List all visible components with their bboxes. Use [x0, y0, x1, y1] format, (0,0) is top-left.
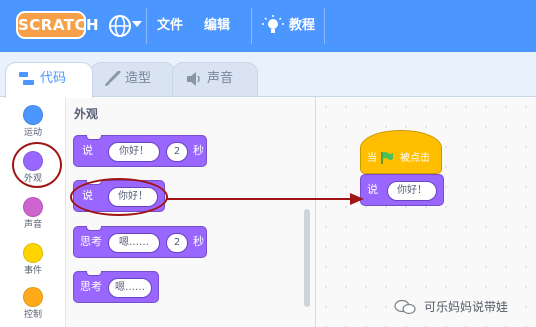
category-events[interactable]: 事件: [0, 237, 66, 283]
hat-prefix: 当: [367, 153, 377, 164]
seconds-input[interactable]: 2: [166, 142, 188, 162]
say-for-secs-block[interactable]: 说 你好！ 2 秒: [73, 135, 207, 167]
file-menu[interactable]: 文件: [157, 16, 183, 36]
tab-code[interactable]: 代码: [5, 62, 93, 98]
language-caret-icon[interactable]: [132, 21, 142, 27]
block-notch: [86, 271, 102, 276]
green-flag-icon: [381, 151, 393, 164]
brush-icon: [105, 71, 121, 86]
block-notch: [86, 135, 102, 140]
think-for-secs-block[interactable]: 思考 嗯…… 2 秒: [73, 226, 207, 258]
tab-sounds-label: 声音: [207, 71, 234, 86]
message-input[interactable]: 你好！: [108, 142, 160, 162]
tab-costumes-label: 造型: [125, 71, 152, 86]
message-input[interactable]: 嗯……: [108, 278, 152, 298]
message-input[interactable]: 嗯……: [108, 233, 160, 253]
category-control[interactable]: 控制: [0, 281, 66, 327]
editor-tabs: 代码 造型 声音: [0, 52, 536, 98]
tab-costumes[interactable]: 造型: [90, 62, 175, 96]
menu-bar: SCRATCH 文件 编辑 教程: [0, 0, 536, 52]
hat-suffix: 被点击: [400, 153, 430, 164]
category-label: 声音: [23, 220, 42, 230]
wechat-icon: [394, 299, 416, 315]
block-verb: 思考: [80, 235, 102, 248]
events-dot-icon: [23, 243, 43, 263]
block-unit: 秒: [193, 144, 204, 157]
annotation-circle-say-block: [70, 178, 168, 216]
menu-divider: [324, 8, 325, 44]
when-flag-clicked-block[interactable]: 当 被点击: [360, 130, 442, 174]
annotation-arrow: [166, 193, 364, 205]
lightbulb-icon[interactable]: [262, 15, 284, 37]
watermark-text: 可乐妈妈说带娃: [424, 300, 509, 314]
category-sound[interactable]: 声音: [0, 191, 66, 237]
edit-menu[interactable]: 编辑: [204, 16, 230, 36]
palette-scrollbar[interactable]: [304, 209, 310, 307]
code-icon: [19, 72, 34, 85]
block-notch: [86, 226, 102, 231]
hat-block-shape: [360, 130, 442, 174]
category-motion[interactable]: 运动: [0, 99, 66, 145]
annotation-circle-looks: [12, 142, 62, 188]
seconds-input[interactable]: 2: [166, 233, 188, 253]
think-block[interactable]: 思考 嗯……: [73, 271, 159, 303]
motion-dot-icon: [23, 105, 43, 125]
palette-section-title: 外观: [74, 107, 99, 121]
category-label: 控制: [23, 310, 42, 320]
block-verb: 说: [367, 183, 378, 196]
category-label: 运动: [23, 128, 42, 138]
category-menu: 运动 外观 声音 事件 控制: [0, 97, 66, 327]
scratch-logo[interactable]: SCRATCH: [16, 11, 99, 39]
sound-dot-icon: [23, 197, 43, 217]
menu-divider: [146, 8, 147, 44]
speaker-icon: [187, 72, 200, 86]
block-unit: 秒: [193, 235, 204, 248]
tab-sounds[interactable]: 声音: [172, 62, 258, 96]
category-label: 事件: [23, 266, 42, 276]
tutorials-menu[interactable]: 教程: [289, 16, 315, 36]
block-verb: 思考: [80, 280, 102, 293]
menu-divider: [251, 8, 252, 44]
script-say-block[interactable]: 说 你好！: [360, 174, 444, 206]
globe-icon[interactable]: [108, 14, 132, 38]
block-verb: 说: [82, 144, 93, 157]
control-dot-icon: [23, 287, 43, 307]
message-input[interactable]: 你好！: [387, 181, 437, 201]
tab-code-label: 代码: [40, 71, 67, 86]
watermark: 可乐妈妈说带娃: [394, 297, 530, 317]
